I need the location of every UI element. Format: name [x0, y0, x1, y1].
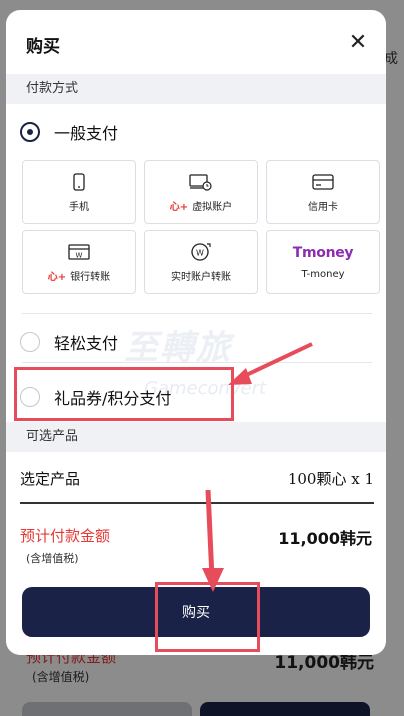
- annotation-arrows: [202, 342, 313, 592]
